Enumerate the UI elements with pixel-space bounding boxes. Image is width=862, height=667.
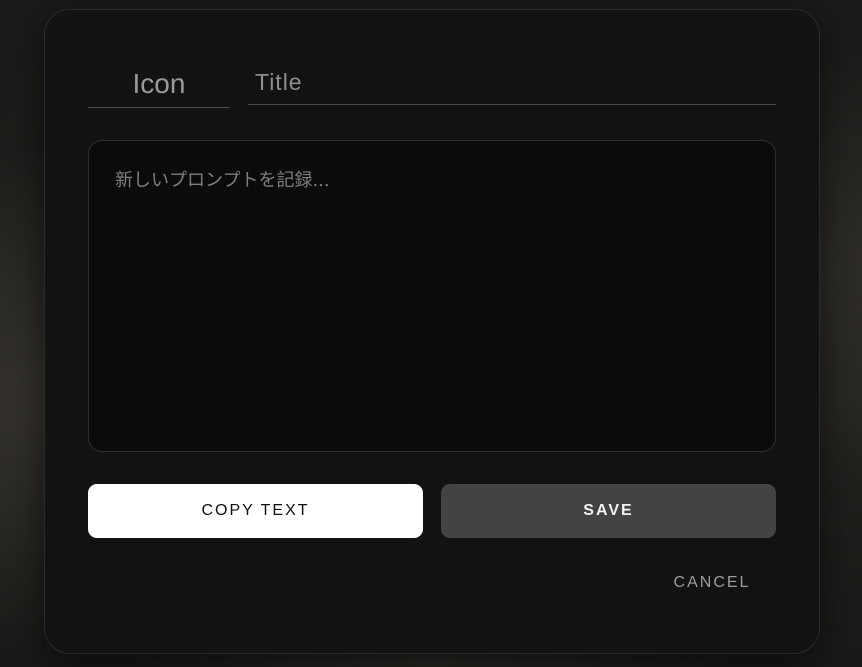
cancel-button[interactable]: CANCEL (657, 566, 767, 600)
save-button[interactable]: SAVE (441, 484, 776, 538)
title-input[interactable] (248, 60, 776, 105)
prompt-editor-dialog: COPY TEXT SAVE CANCEL (44, 9, 820, 654)
icon-input[interactable] (88, 60, 230, 108)
copy-text-button[interactable]: COPY TEXT (88, 484, 423, 538)
prompt-textarea[interactable] (88, 140, 776, 452)
